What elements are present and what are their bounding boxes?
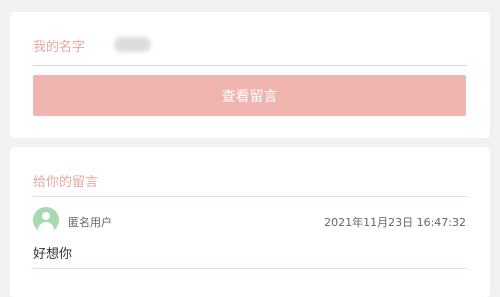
user-avatar-icon <box>33 207 59 233</box>
name-value-blurred <box>114 37 151 52</box>
message-user-name: 匿名用户 <box>68 216 112 229</box>
message-timestamp: 2021年11月23日 16:47:32 <box>324 216 466 229</box>
messages-card: 给你的留言 匿名用户 2021年11月23日 16:47:32 好想你 <box>10 147 490 297</box>
message-text: 好想你 <box>33 247 73 262</box>
messages-title-divider <box>33 196 467 197</box>
name-divider <box>33 65 467 66</box>
view-messages-button[interactable]: 查看留言 <box>33 75 466 116</box>
name-card: 我的名字 查看留言 <box>10 12 490 138</box>
message-divider <box>33 268 467 269</box>
messages-title: 给你的留言 <box>33 175 99 190</box>
name-label: 我的名字 <box>33 40 86 55</box>
